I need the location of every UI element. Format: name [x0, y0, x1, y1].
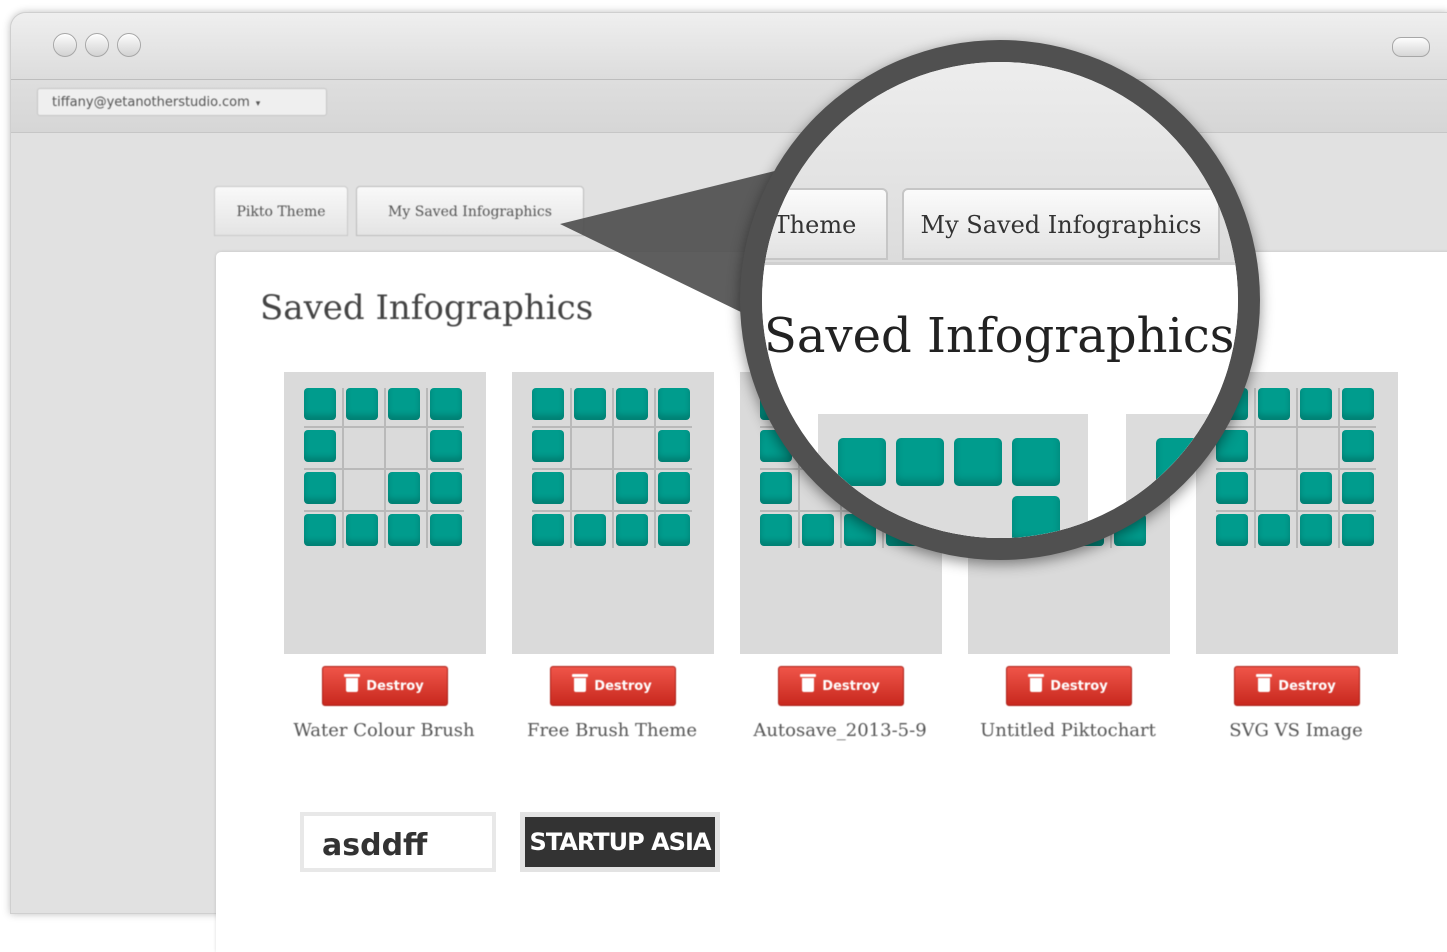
magnifier-view: Theme My Saved Infographics Saved Infogr… — [762, 62, 1238, 538]
zoomed-thumbnail-2 — [1126, 414, 1238, 538]
zoomed-tab-pikto-theme: Theme — [762, 188, 888, 260]
zoomed-tab-my-saved-infographics: My Saved Infographics — [902, 188, 1220, 260]
magnifier-lens: Theme My Saved Infographics Saved Infogr… — [740, 40, 1260, 560]
zoomed-page-title: Saved Infographics — [764, 308, 1235, 364]
zoomed-thumbnail — [818, 414, 1088, 538]
